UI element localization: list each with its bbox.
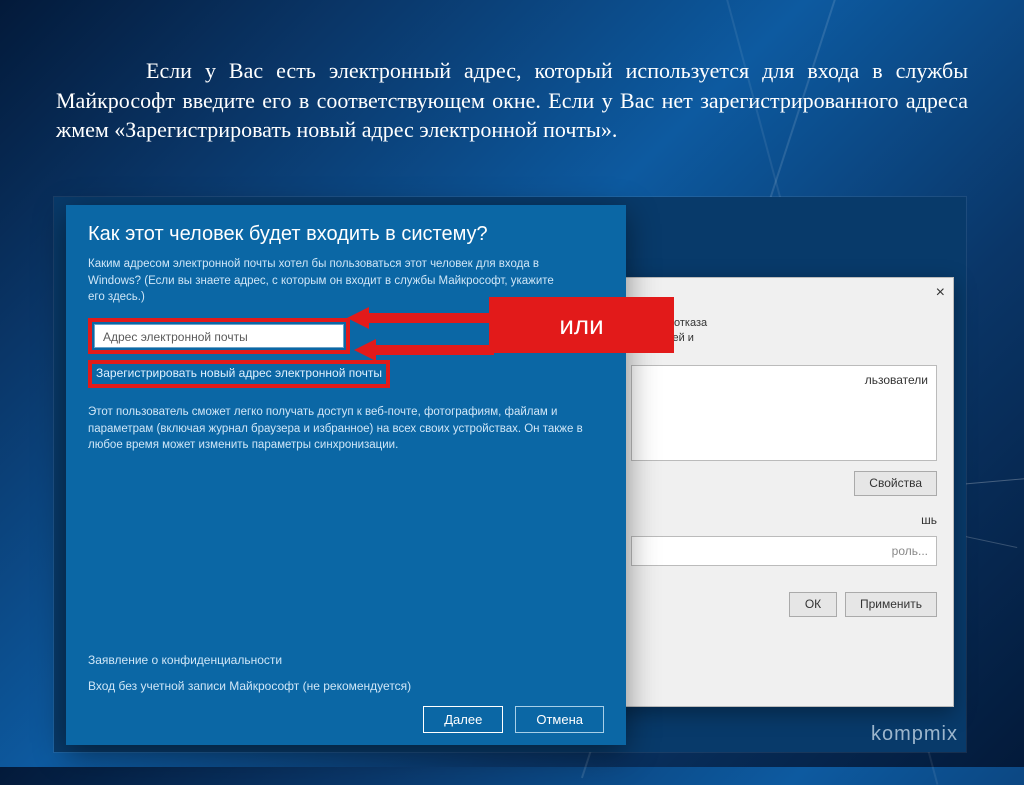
ok-button[interactable]: ОК (789, 592, 837, 617)
or-label: или (559, 310, 603, 341)
password-input[interactable]: роль... (631, 536, 937, 566)
watermark: kompmix (871, 723, 958, 746)
apply-button[interactable]: Применить (845, 592, 937, 617)
arrow-to-email-icon (347, 305, 497, 331)
password-section-label: шь (631, 512, 937, 529)
user-accounts-hint-line1: ния или отказа (631, 316, 937, 331)
users-listbox-header: льзователи (640, 372, 928, 389)
properties-button[interactable]: Свойства (854, 471, 937, 496)
register-new-email-link[interactable]: Зарегистрировать новый адрес электронной… (96, 364, 382, 382)
slide-text-content: Если у Вас есть электронный адрес, котор… (56, 58, 968, 142)
privacy-statement-link[interactable]: Заявление о конфиденциальности (88, 653, 282, 667)
dialog-subtitle: Каким адресом электронной почты хотел бы… (88, 256, 558, 306)
user-accounts-hint-line2: ы паролей и (631, 331, 937, 346)
or-callout: или (489, 297, 674, 353)
users-listbox[interactable]: льзователи (631, 365, 937, 461)
dialog-title: Как этот человек будет входить в систему… (88, 223, 604, 246)
email-input-highlight: Адрес электронной почты (88, 318, 350, 354)
screenshot-region: × ния или отказа ы паролей и льзователи … (54, 197, 966, 752)
next-button[interactable]: Далее (423, 706, 503, 733)
slide-description: Если у Вас есть электронный адрес, котор… (56, 56, 968, 145)
signin-setup-dialog: Как этот человек будет входить в систему… (66, 205, 626, 745)
close-icon[interactable]: × (936, 284, 945, 302)
register-link-highlight: Зарегистрировать новый адрес электронной… (88, 360, 390, 388)
email-input[interactable]: Адрес электронной почты (94, 324, 344, 348)
dialog-note: Этот пользователь сможет легко получать … (88, 404, 588, 454)
arrow-to-register-icon (354, 337, 494, 363)
no-ms-account-link[interactable]: Вход без учетной записи Майкрософт (не р… (88, 679, 411, 693)
cancel-button[interactable]: Отмена (515, 706, 604, 733)
